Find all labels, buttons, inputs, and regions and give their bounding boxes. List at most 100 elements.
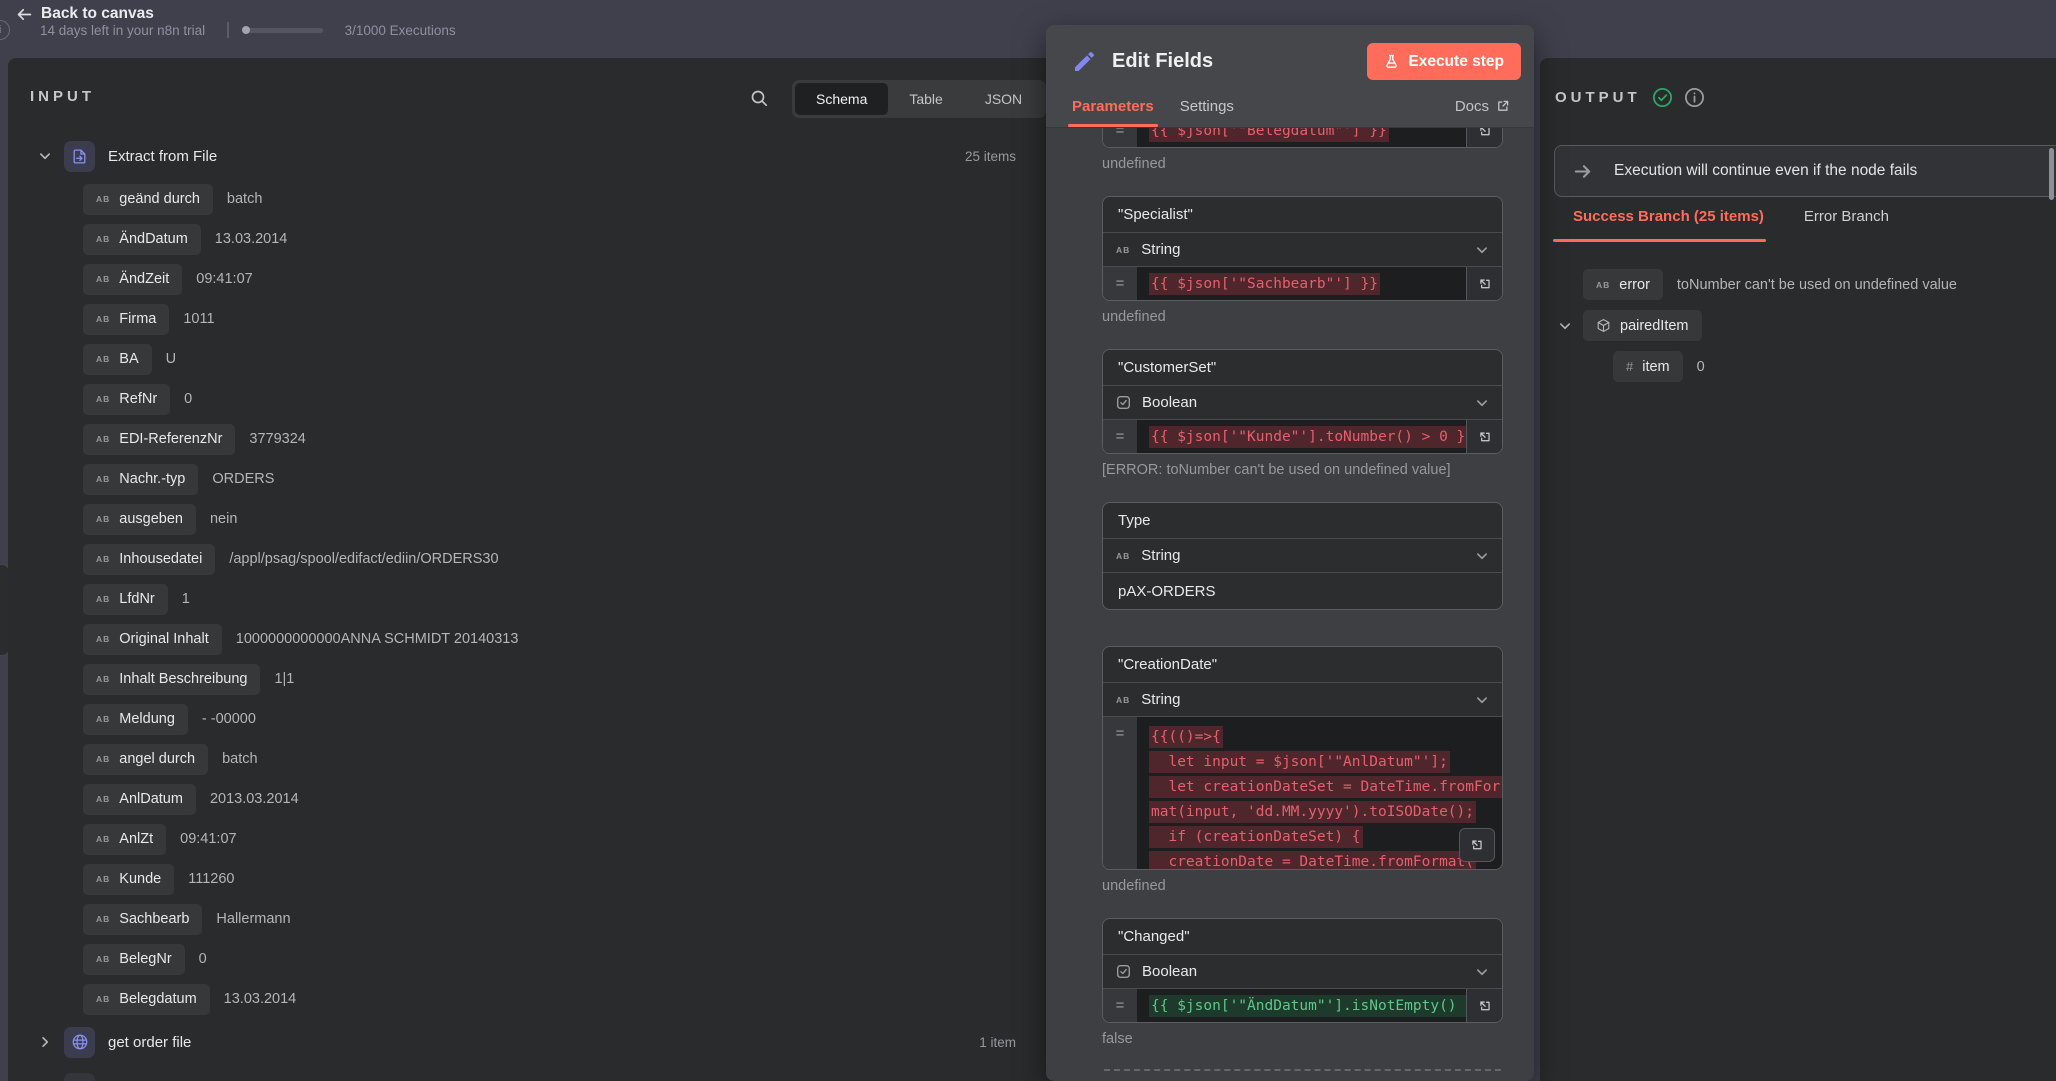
expression-input-multiline[interactable]: = {{(()=>{ let input = $json['"AnlDatum"'… [1103, 717, 1502, 869]
field-name-pill[interactable]: AB Sachbearb [83, 903, 203, 935]
arrow-right-icon [1573, 162, 1592, 181]
param-type-select[interactable]: AB String [1103, 538, 1502, 573]
schema-field-row[interactable]: AB Firma 1011 [8, 299, 1080, 339]
chevron-down-icon[interactable] [38, 149, 54, 163]
schema-field-row[interactable]: AB BA U [8, 339, 1080, 379]
expand-expression-icon[interactable] [1466, 420, 1502, 453]
docs-link[interactable]: Docs [1455, 98, 1510, 115]
info-circle-icon[interactable] [1684, 87, 1705, 108]
schema-field-row[interactable]: AB Belegdatum 13.03.2014 [8, 979, 1080, 1019]
schema-node[interactable]: Extract from File 25 items [8, 133, 1080, 179]
field-name: AnlDatum [119, 791, 183, 807]
schema-field-row[interactable]: AB Inhalt Beschreibung 1|1 [8, 659, 1080, 699]
schema-field-row[interactable]: AB Original Inhalt 1000000000000ANNA SCHMI… [8, 619, 1080, 659]
param-name-input[interactable]: "CustomerSet" [1103, 350, 1502, 385]
expand-expression-icon[interactable] [1459, 828, 1495, 862]
tab-settings[interactable]: Settings [1180, 85, 1234, 127]
schema-field-row[interactable]: AB Meldung - -00000 [8, 699, 1080, 739]
param-type-select[interactable]: AB String [1103, 682, 1502, 717]
field-name-pill[interactable]: AB Kunde [83, 863, 175, 895]
field-name-pill[interactable]: AB angel durch [83, 743, 209, 775]
field-name-pill[interactable]: AB Belegdatum [83, 983, 210, 1015]
output-field-row[interactable]: pairedItem [1540, 305, 2056, 346]
executions-count-text: 3/1000 Executions [344, 22, 456, 38]
expression-input[interactable]: = {{ $json['"Kunde"'].toNumber() > 0 }} [1103, 420, 1502, 453]
execute-step-button[interactable]: Execute step [1367, 43, 1521, 80]
schema-field-row[interactable]: AB geänd durch batch [8, 179, 1080, 219]
field-name: LfdNr [119, 591, 155, 607]
field-name-pill[interactable]: AB ÄndDatum [83, 223, 201, 255]
field-name-pill[interactable]: AB LfdNr [83, 583, 168, 615]
field-name-pill[interactable]: AB Original Inhalt [83, 623, 222, 655]
chevron-down-icon[interactable] [1558, 319, 1572, 333]
param-type-select[interactable]: AB String [1103, 232, 1502, 267]
back-to-canvas-button[interactable]: Back to canvas [16, 5, 154, 23]
field-name-pill[interactable]: AB AnlZt [83, 823, 167, 855]
param-type-select[interactable]: Boolean [1103, 954, 1502, 989]
schema-field-row[interactable]: AB Inhousedatei/appl/psag/spool/edifact/e… [8, 539, 1080, 579]
schema-field-row[interactable]: AB Sachbearb Hallermann [8, 899, 1080, 939]
schema-field-row[interactable]: AB BelegNr 0 [8, 939, 1080, 979]
schema-field-row[interactable]: AB ÄndDatum 13.03.2014 [8, 219, 1080, 259]
view-tab-table[interactable]: Table [888, 83, 963, 115]
schema-field-row[interactable]: AB angel durch batch [8, 739, 1080, 779]
field-name-pill[interactable]: AB Firma [83, 303, 170, 335]
view-tab-json[interactable]: JSON [964, 83, 1043, 115]
param-type-select[interactable]: Boolean [1103, 385, 1502, 420]
schema-field-row[interactable]: AB LfdNr 1 [8, 579, 1080, 619]
param-name-input[interactable]: "Specialist" [1103, 197, 1502, 232]
field-name-pill[interactable]: AB BA [83, 343, 152, 375]
field-name-pill[interactable]: AB RefNr [83, 383, 171, 415]
field-name-pill[interactable]: AB geänd durch [83, 183, 213, 215]
output-field-row[interactable]: AB error toNumber can't be used on undefin… [1540, 264, 2056, 305]
schema-field-row[interactable]: AB ausgeben nein [8, 499, 1080, 539]
param-type-label: String [1141, 691, 1181, 708]
field-name-pill[interactable]: # item [1613, 351, 1683, 382]
search-icon[interactable] [750, 89, 768, 107]
schema-node[interactable]: get order file 1 item [8, 1019, 1080, 1065]
chevron-right-icon[interactable] [38, 1035, 54, 1049]
schema-field-row[interactable]: AB AnlZt 09:41:07 [8, 819, 1080, 859]
expression-input[interactable]: = {{ $json['"ÄndDatum"'].isNotEmpty() }} [1103, 989, 1502, 1022]
node-title[interactable]: Edit Fields [1112, 50, 1213, 73]
output-fields: AB error toNumber can't be used on undefin… [1540, 264, 2056, 387]
schema-field-row[interactable]: AB EDI-ReferenzNr 3779324 [8, 419, 1080, 459]
output-field-row[interactable]: # item 0 [1540, 346, 2056, 387]
schema-field-row[interactable]: AB AnlDatum 2013.03.2014 [8, 779, 1080, 819]
field-name-pill[interactable]: AB BelegNr [83, 943, 185, 975]
expression-input[interactable]: = {{ $json['"Sachbearb"'] }} [1103, 267, 1502, 300]
expand-expression-icon[interactable] [1466, 267, 1502, 300]
field-name-pill[interactable]: AB EDI-ReferenzNr [83, 423, 236, 455]
param-name-input[interactable]: "Changed" [1103, 919, 1502, 954]
field-name-pill[interactable]: AB Inhalt Beschreibung [83, 663, 261, 695]
expression-input[interactable]: = {{ $json['"Belegdatum"'] }} [1103, 128, 1502, 147]
expand-expression-icon[interactable] [1466, 989, 1502, 1022]
flask-icon [1384, 54, 1399, 69]
param-value-input[interactable]: pAX-ORDERS [1103, 573, 1502, 609]
tab-success-branch-25-items-[interactable]: Success Branch (25 items) [1553, 208, 1766, 242]
tab-parameters[interactable]: Parameters [1068, 85, 1158, 127]
schema-field-row[interactable]: AB Kunde 111260 [8, 859, 1080, 899]
arrow-left-icon [16, 6, 33, 23]
param-name-input[interactable]: Type [1103, 503, 1502, 538]
field-name-pill[interactable]: AB ÄndZeit [83, 263, 183, 295]
schema-field-row[interactable]: AB RefNr 0 [8, 379, 1080, 419]
field-name-pill[interactable]: AB Nachr.-typ [83, 463, 199, 495]
field-name-pill[interactable]: AB AnlDatum [83, 783, 196, 815]
tab-error-branch[interactable]: Error Branch [1804, 208, 1889, 242]
schema-field-row[interactable]: AB ÄndZeit 09:41:07 [8, 259, 1080, 299]
expression-code: {{ $json['"Sachbearb"'] }} [1149, 272, 1380, 295]
view-tab-schema[interactable]: Schema [795, 83, 889, 115]
param-name-input[interactable]: "CreationDate" [1103, 647, 1502, 682]
scrollbar-thumb[interactable] [2049, 148, 2054, 200]
field-name-pill[interactable]: pairedItem [1583, 310, 1702, 341]
field-name-pill[interactable]: AB ausgeben [83, 503, 196, 535]
field-name-pill[interactable]: AB Inhousedatei [83, 543, 216, 575]
field-name-pill[interactable]: AB Meldung [83, 703, 188, 735]
schema-field-row[interactable]: AB Nachr.-typ ORDERS [8, 459, 1080, 499]
field-name-pill[interactable]: AB error [1583, 269, 1663, 300]
string-type-icon: AB [96, 434, 111, 444]
string-type-icon: AB [96, 514, 111, 524]
expand-expression-icon[interactable] [1466, 128, 1502, 147]
field-name: EDI-ReferenzNr [119, 431, 223, 447]
